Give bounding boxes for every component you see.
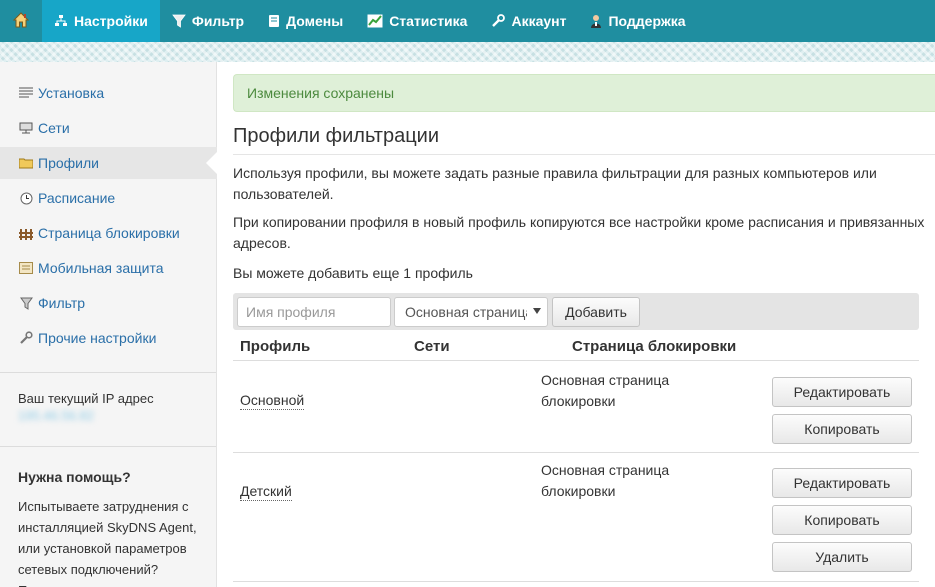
nav-settings-label: Настройки <box>74 13 148 29</box>
column-header-block-page: Страница блокировки <box>572 338 737 355</box>
column-header-profile: Профиль <box>240 338 311 355</box>
sidebar-item-label: Страница блокировки <box>38 225 180 241</box>
folder-icon <box>18 155 34 171</box>
nav-support-label: Поддержка <box>608 13 686 29</box>
table-row-divider <box>233 581 919 582</box>
sidebar: Установка Сети Профили Расписание Страни… <box>0 62 218 587</box>
top-nav: Настройки Фильтр Домены Статистика Аккау… <box>0 0 935 42</box>
nav-account[interactable]: Аккаунт <box>479 0 578 42</box>
page-title: Профили фильтрации <box>233 125 440 147</box>
profile-link-main[interactable]: Основной <box>240 392 305 410</box>
nav-stripe <box>0 42 935 62</box>
nav-home[interactable] <box>0 0 42 42</box>
nav-account-label: Аккаунт <box>511 13 567 29</box>
filter-icon <box>172 14 186 28</box>
sidebar-item-label: Прочие настройки <box>38 330 157 346</box>
edit-button[interactable]: Редактировать <box>772 377 912 407</box>
copy-note-paragraph: При копировании профиля в новый профиль … <box>233 214 925 251</box>
delete-button[interactable]: Удалить <box>772 542 912 572</box>
sidebar-item-label: Профили <box>38 155 99 171</box>
table-header-divider <box>233 360 919 361</box>
sitemap-icon <box>54 14 68 28</box>
profile-link-kids[interactable]: Детский <box>240 483 292 501</box>
nav-support[interactable]: Поддержка <box>578 0 697 42</box>
sidebar-item-label: Расписание <box>38 190 116 206</box>
sidebar-item-mobile[interactable]: Мобильная защита <box>0 252 217 284</box>
book-icon <box>268 14 280 28</box>
copy-button[interactable]: Копировать <box>772 505 912 535</box>
sidebar-item-label: Сети <box>38 120 70 136</box>
sidebar-item-networks[interactable]: Сети <box>0 112 217 144</box>
column-header-networks: Сети <box>414 338 450 355</box>
profile-limit-text: Вы можете добавить еще 1 профиль <box>233 265 473 281</box>
row-block-page: Основная страница блокировки <box>541 372 670 409</box>
add-profile-button[interactable]: Добавить <box>552 297 640 327</box>
wrench-icon <box>491 14 506 28</box>
fence-icon <box>18 225 34 241</box>
clock-icon <box>18 190 34 206</box>
edit-button[interactable]: Редактировать <box>772 468 912 498</box>
person-icon <box>590 14 602 28</box>
title-divider <box>233 154 935 155</box>
sidebar-divider <box>0 446 216 447</box>
list-icon <box>18 85 34 101</box>
sidebar-item-install[interactable]: Установка <box>0 77 217 109</box>
nav-filter[interactable]: Фильтр <box>160 0 256 42</box>
ip-label: Ваш текущий IP адрес <box>18 391 154 406</box>
sidebar-item-profiles[interactable]: Профили <box>0 147 218 179</box>
chart-icon <box>367 14 383 28</box>
sidebar-item-label: Установка <box>38 85 105 101</box>
nav-filter-label: Фильтр <box>191 13 245 29</box>
help-title: Нужна помощь? <box>18 469 131 485</box>
profile-name-input[interactable] <box>237 297 391 327</box>
block-page-select-value: Основная страница блокировки <box>405 304 527 320</box>
table-row-divider <box>233 452 919 453</box>
copy-button[interactable]: Копировать <box>772 414 912 444</box>
nav-domains-label: Домены <box>286 13 344 29</box>
network-icon <box>18 120 34 136</box>
ip-value: 195.46.56.82 <box>18 408 94 423</box>
row-block-page: Основная страница блокировки <box>541 462 670 499</box>
nav-statistics[interactable]: Статистика <box>355 0 479 42</box>
sidebar-item-label: Мобильная защита <box>38 260 164 276</box>
nav-statistics-label: Статистика <box>389 13 468 29</box>
sidebar-divider <box>0 372 216 373</box>
sidebar-item-filter[interactable]: Фильтр <box>0 287 217 319</box>
success-alert: Изменения сохранены <box>233 74 935 112</box>
sidebar-item-block-page[interactable]: Страница блокировки <box>0 217 217 249</box>
block-page-select[interactable]: Основная страница блокировки <box>394 297 548 327</box>
mobile-icon <box>18 260 34 276</box>
wrench-icon <box>18 330 34 346</box>
filter-icon <box>18 295 34 311</box>
chevron-down-icon <box>533 308 541 314</box>
nav-settings[interactable]: Настройки <box>42 0 160 42</box>
sidebar-item-other-settings[interactable]: Прочие настройки <box>0 322 217 354</box>
nav-domains[interactable]: Домены <box>256 0 355 42</box>
sidebar-item-label: Фильтр <box>38 295 86 311</box>
home-icon <box>12 11 30 32</box>
help-text: Испытываете затруднения с инсталляцией S… <box>18 499 197 587</box>
sidebar-item-schedule[interactable]: Расписание <box>0 182 217 214</box>
intro-paragraph: Используя профили, вы можете задать разн… <box>233 165 877 202</box>
